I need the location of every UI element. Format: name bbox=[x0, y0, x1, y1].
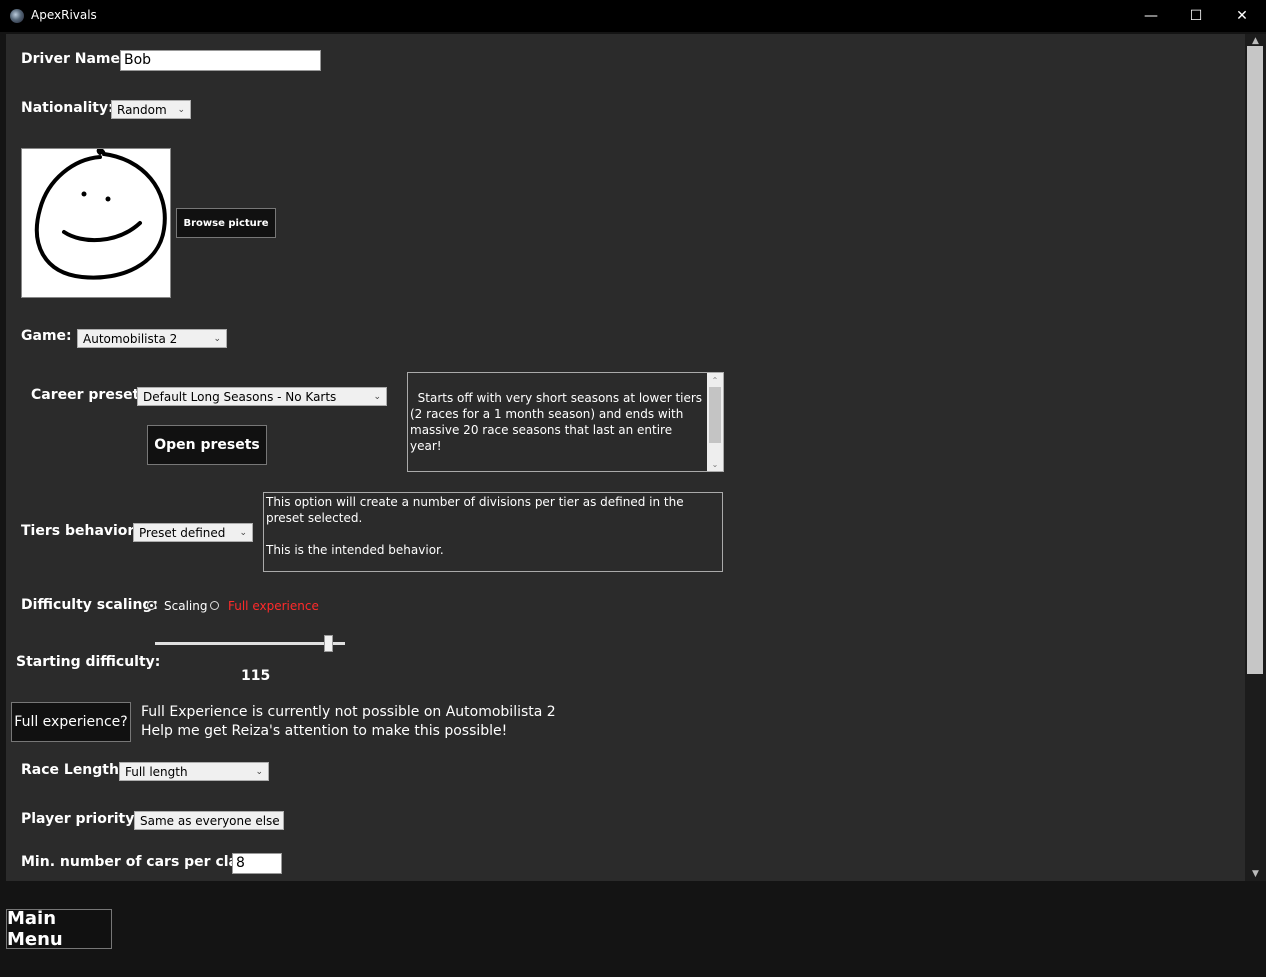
tiers-behavior-description: This option will create a number of divi… bbox=[263, 492, 723, 572]
difficulty-slider-thumb[interactable] bbox=[323, 635, 333, 652]
vertical-scrollbar[interactable]: ▲ ▼ bbox=[1245, 34, 1266, 881]
maximize-button[interactable]: ☐ bbox=[1173, 0, 1219, 32]
bottom-bar bbox=[0, 881, 1266, 977]
full-experience-radio[interactable] bbox=[210, 601, 219, 610]
player-priority-select[interactable]: Same as everyone else ⌄ bbox=[134, 811, 284, 830]
tiers-behavior-label: Tiers behavior: bbox=[21, 523, 140, 539]
starting-difficulty-label: Starting difficulty: bbox=[16, 654, 161, 670]
chevron-down-icon: ⌄ bbox=[213, 334, 221, 344]
game-value: Automobilista 2 bbox=[83, 332, 178, 346]
career-preset-value: Default Long Seasons - No Karts bbox=[143, 390, 337, 404]
full-experience-message-line1: Full Experience is currently not possibl… bbox=[141, 704, 556, 720]
scroll-down-icon[interactable]: ▼ bbox=[1245, 867, 1266, 881]
min-cars-label: Min. number of cars per class: bbox=[21, 854, 261, 870]
nationality-value: Random bbox=[117, 103, 167, 117]
scrollbar-thumb[interactable] bbox=[1247, 46, 1263, 674]
nationality-label: Nationality: bbox=[21, 100, 114, 116]
tiers-behavior-value: Preset defined bbox=[139, 526, 226, 540]
close-button[interactable]: ✕ bbox=[1219, 0, 1265, 32]
career-description-text: Starts off with very short seasons at lo… bbox=[410, 391, 703, 453]
tiers-behavior-select[interactable]: Preset defined ⌄ bbox=[133, 523, 253, 542]
smiley-face-drawing bbox=[34, 147, 167, 280]
race-length-label: Race Length: bbox=[21, 762, 125, 778]
player-priority-label: Player priority: bbox=[21, 811, 140, 827]
chevron-up-icon[interactable]: ⌃ bbox=[707, 373, 723, 385]
title-bar: ApexRivals — ☐ ✕ bbox=[0, 0, 1266, 32]
career-preset-label: Career preset: bbox=[31, 387, 145, 403]
chevron-down-icon: ⌄ bbox=[239, 528, 247, 538]
full-experience-message-line2: Help me get Reiza's attention to make th… bbox=[141, 723, 508, 739]
game-label: Game: bbox=[21, 328, 72, 344]
description-scroll-thumb[interactable] bbox=[709, 387, 721, 443]
scaling-radio[interactable] bbox=[147, 601, 156, 610]
window-title: ApexRivals bbox=[31, 8, 97, 22]
scaling-option-label[interactable]: Scaling bbox=[164, 599, 207, 613]
chevron-down-icon: ⌄ bbox=[270, 816, 278, 826]
chevron-down-icon: ⌄ bbox=[373, 392, 381, 402]
starting-difficulty-value: 115 bbox=[241, 668, 271, 684]
driver-avatar bbox=[21, 147, 171, 298]
browse-picture-button[interactable]: Browse picture bbox=[176, 208, 276, 238]
difficulty-scaling-label: Difficulty scaling: bbox=[21, 597, 159, 613]
career-preset-select[interactable]: Default Long Seasons - No Karts ⌄ bbox=[137, 387, 387, 406]
game-select[interactable]: Automobilista 2 ⌄ bbox=[77, 329, 227, 348]
full-experience-button[interactable]: Full experience? bbox=[11, 702, 131, 742]
app-logo-icon bbox=[10, 9, 24, 23]
race-length-select[interactable]: Full length ⌄ bbox=[119, 762, 269, 781]
main-menu-button[interactable]: Main Menu bbox=[6, 908, 112, 950]
description-scrollbar[interactable]: ⌃ ⌄ bbox=[707, 373, 723, 471]
min-cars-input[interactable]: 8 bbox=[232, 853, 282, 874]
driver-name-label: Driver Name: bbox=[21, 51, 126, 67]
career-preset-description[interactable]: Starts off with very short seasons at lo… bbox=[407, 372, 724, 472]
minimize-button[interactable]: — bbox=[1128, 0, 1174, 32]
open-presets-button[interactable]: Open presets bbox=[147, 425, 267, 465]
chevron-down-icon: ⌄ bbox=[255, 767, 263, 777]
driver-name-input[interactable]: Bob bbox=[120, 50, 321, 71]
chevron-down-icon: ⌄ bbox=[177, 105, 185, 115]
player-priority-value: Same as everyone else bbox=[140, 814, 280, 828]
race-length-value: Full length bbox=[125, 765, 188, 779]
difficulty-slider-track[interactable] bbox=[155, 642, 345, 645]
chevron-down-icon[interactable]: ⌄ bbox=[707, 457, 723, 469]
full-experience-option-label[interactable]: Full experience bbox=[228, 599, 319, 613]
nationality-select[interactable]: Random ⌄ bbox=[111, 100, 191, 119]
